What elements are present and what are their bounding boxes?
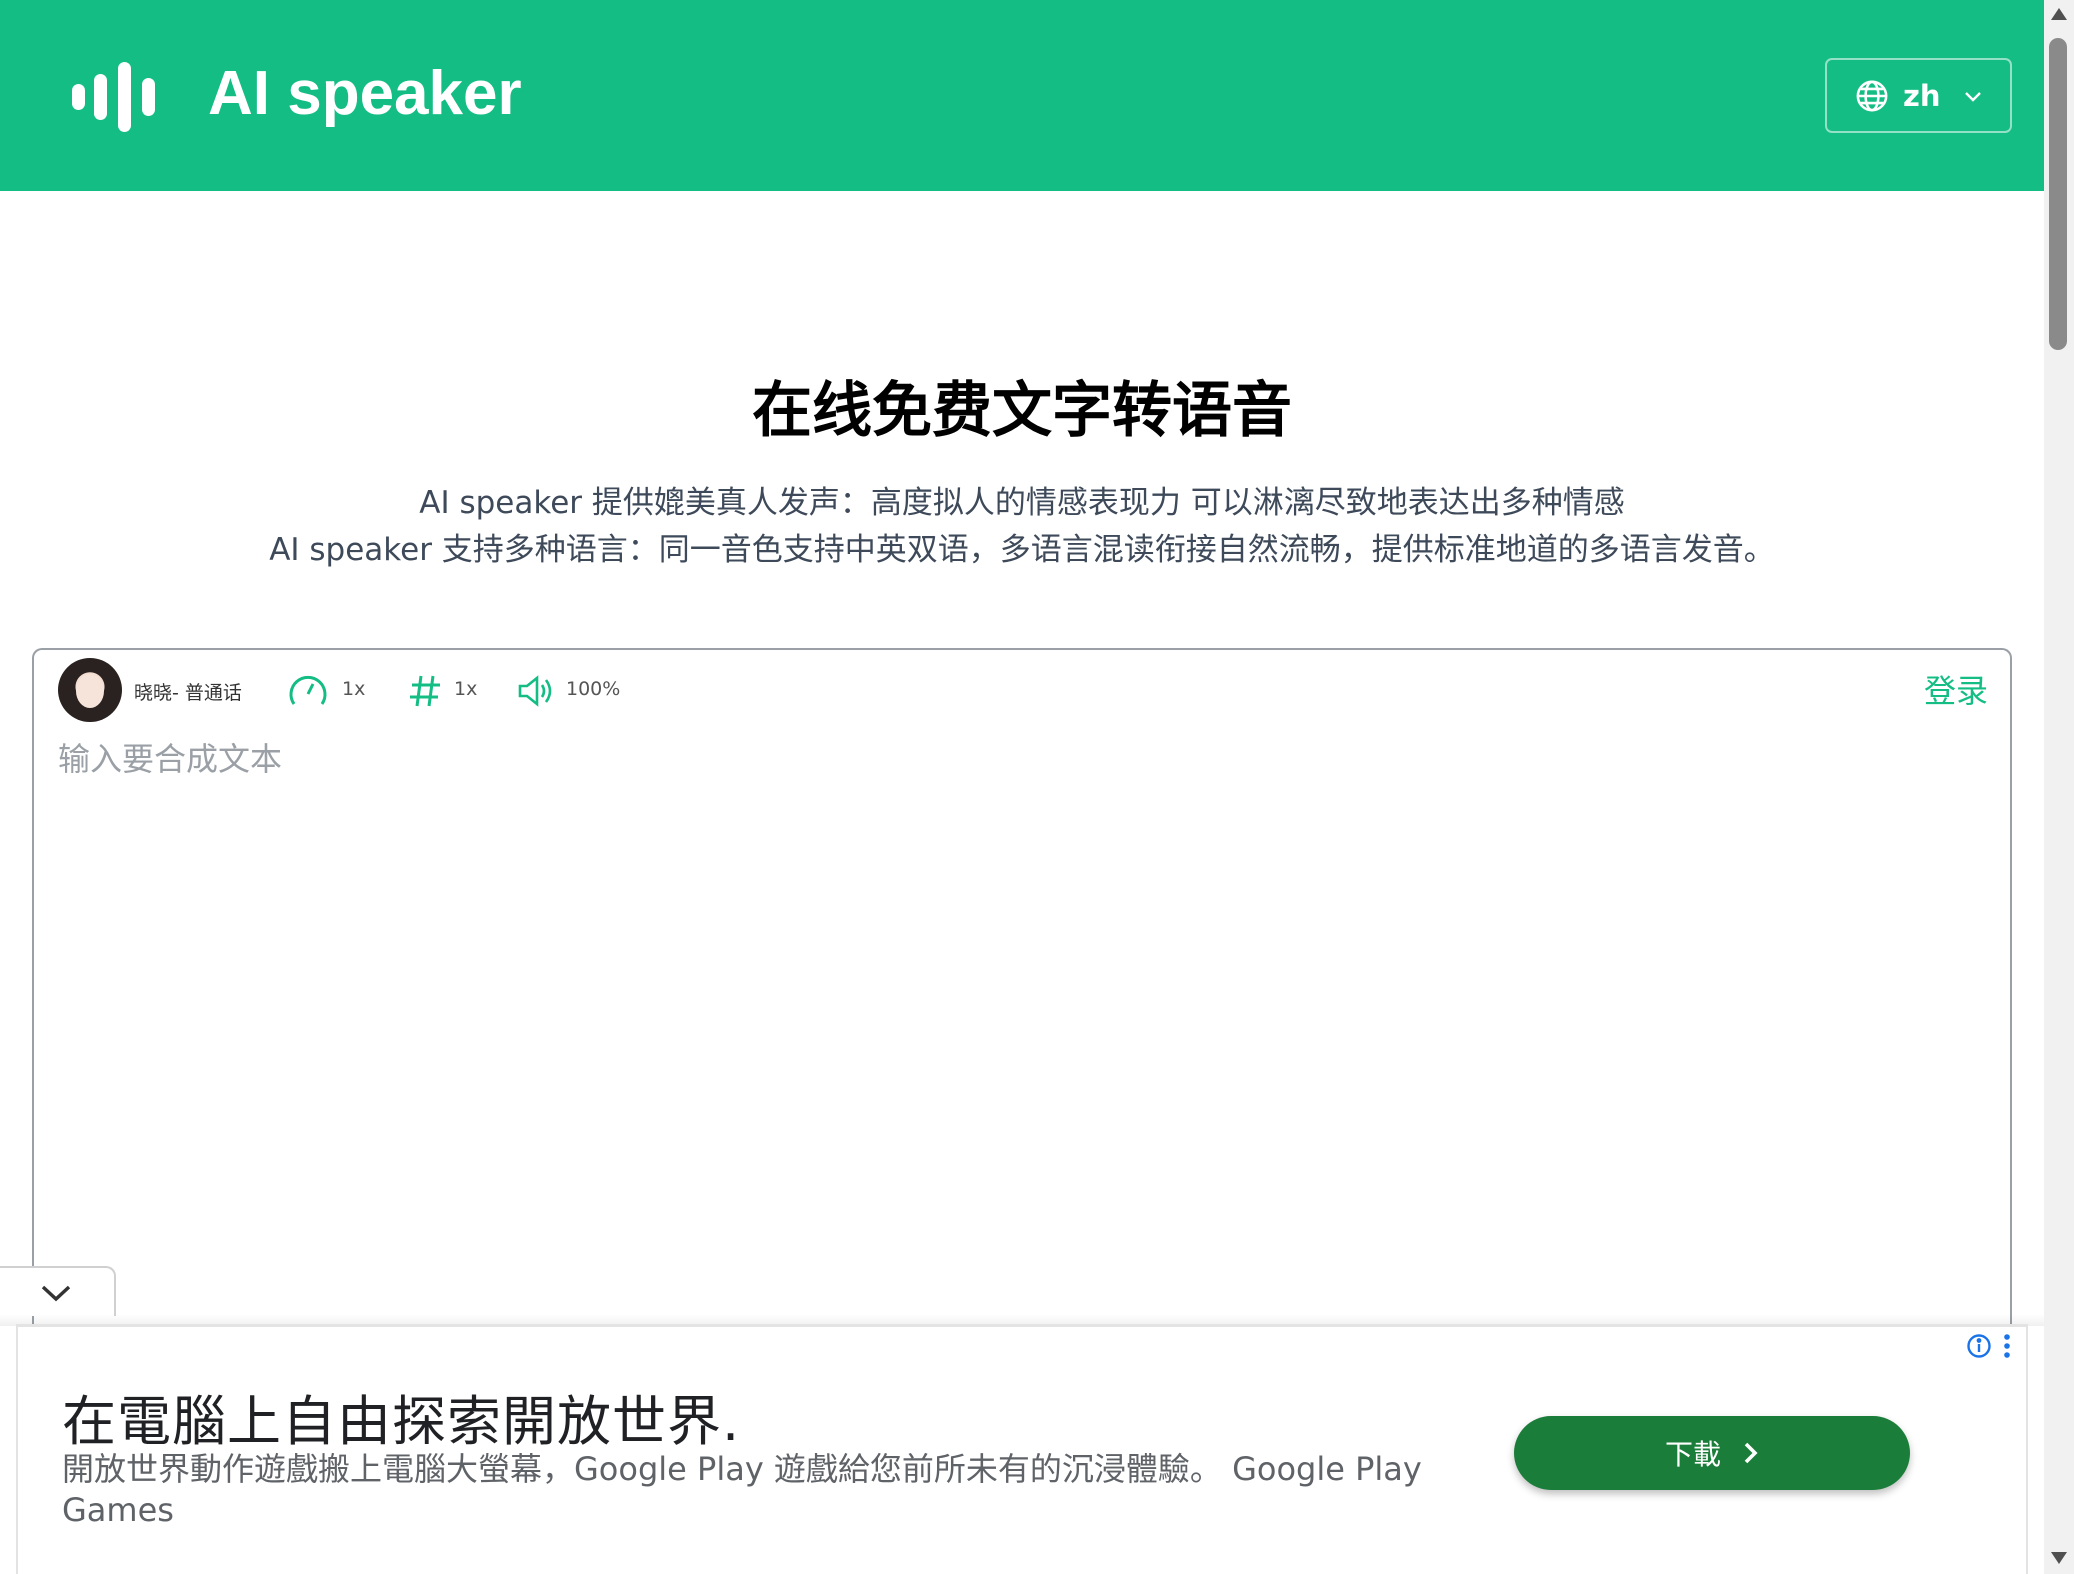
volume-icon[interactable] [514,670,558,712]
subtitle-line-2: AI speaker 支持多种语言：同一音色支持中英双语，多语言混读衔接自然流畅… [269,532,1775,568]
hash-icon[interactable] [404,670,448,712]
scroll-down-arrow[interactable] [2051,1552,2067,1564]
tts-editor: 晓晓- 普通话 1x 1x 100% 登录 [32,648,2012,1348]
voice-avatar[interactable] [58,658,122,722]
voice-selector[interactable]: 晓晓- 普通话 [134,678,242,705]
page-title: 在线免费文字转语音 [752,376,1292,446]
info-icon[interactable] [1966,1333,1992,1359]
ad-download-label: 下載 [1664,1438,1721,1471]
login-button[interactable]: 登录 [1924,666,1988,712]
chevron-down-icon [41,1285,71,1302]
ad-description[interactable]: 開放世界動作遊戲搬上電腦大螢幕，Google Play 遊戲給您前所未有的沉浸體… [62,1449,1502,1531]
collapse-ad-button[interactable] [0,1266,116,1316]
text-input[interactable] [58,734,1978,1254]
top-header: AI speaker zh [0,0,2044,191]
language-label: zh [1903,78,1941,113]
ad-banner[interactable]: 在電腦上自由探索開放世界. 開放世界動作遊戲搬上電腦大螢幕，Google Pla… [16,1324,2028,1574]
app-title: AI speaker [208,59,522,128]
ad-download-button[interactable]: 下載 [1514,1416,1910,1490]
waveform-logo-icon [70,62,156,132]
scrollbar-thumb[interactable] [2049,38,2067,350]
scroll-up-arrow[interactable] [2051,8,2067,20]
chevron-down-icon [1964,91,1981,102]
ad-headline[interactable]: 在電腦上自由探索開放世界. [62,1377,740,1456]
pitch-value[interactable]: 1x [454,678,477,700]
speed-value[interactable]: 1x [342,678,365,700]
speedometer-icon[interactable] [286,670,330,712]
chevron-right-icon [1744,1442,1758,1464]
subtitle-line-1: AI speaker 提供媲美真人发声：高度拟人的情感表现力 可以淋漓尽致地表达… [419,485,1625,521]
menu-dots-icon[interactable] [2002,1333,2012,1359]
globe-icon [1856,80,1888,111]
language-selector[interactable]: zh [1825,58,2012,133]
volume-value[interactable]: 100% [566,678,620,700]
